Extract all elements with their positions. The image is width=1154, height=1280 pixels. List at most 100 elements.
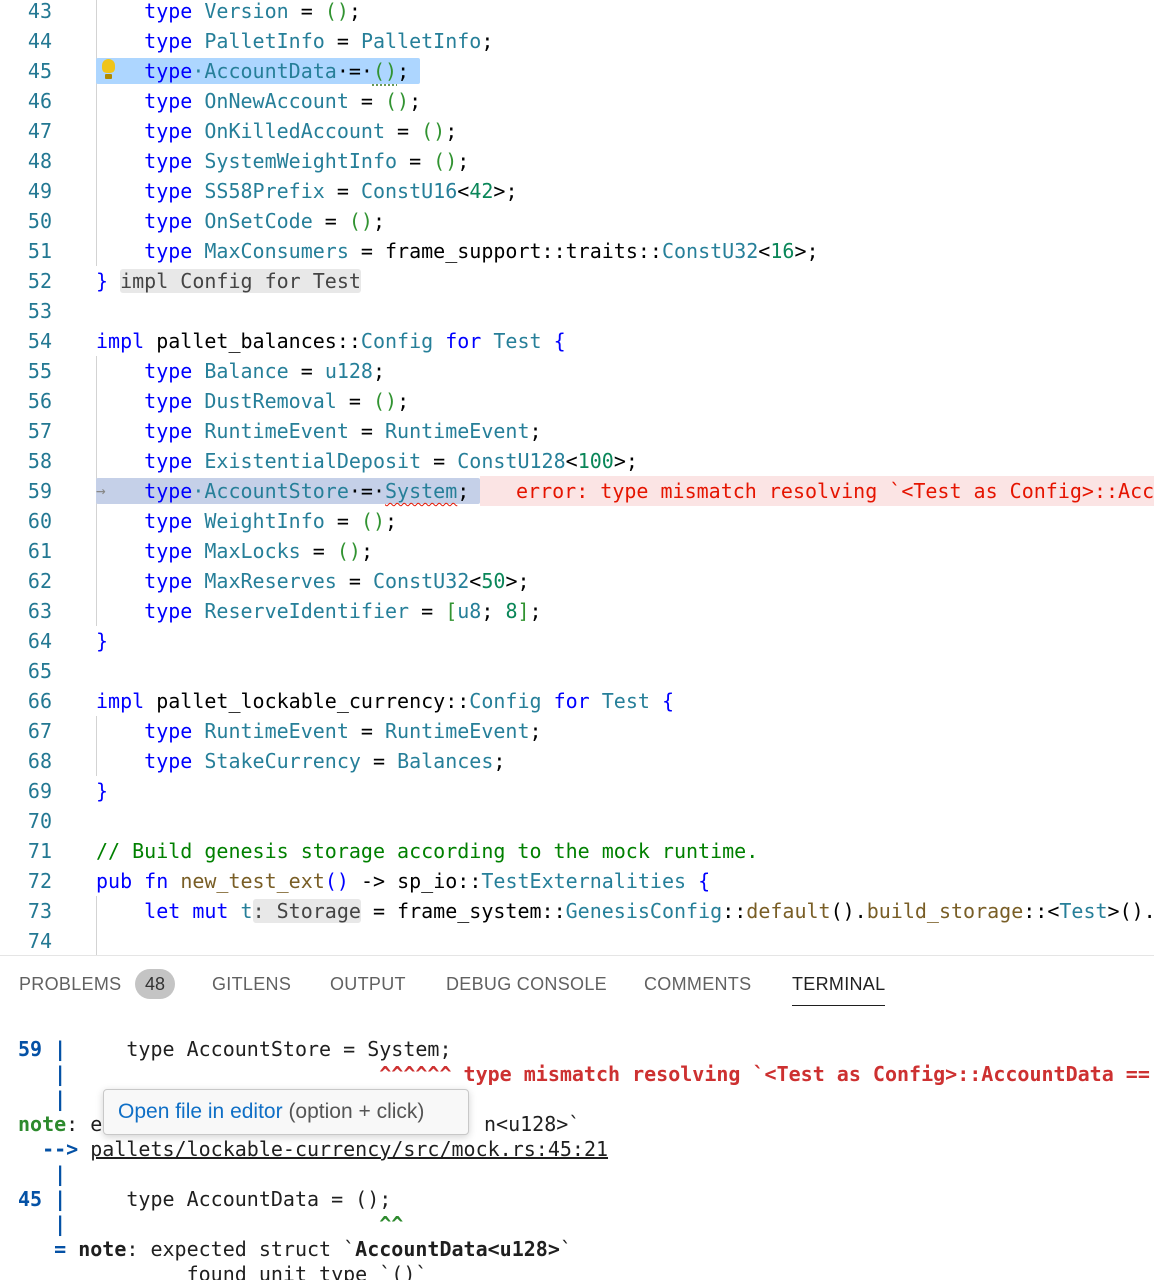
line-number: 56	[27, 389, 52, 413]
code-line[interactable]: 55 type Balance = u128;	[0, 356, 1154, 386]
code-line[interactable]: 69}	[0, 776, 1154, 806]
code-line[interactable]: 68 type StakeCurrency = Balances;	[0, 746, 1154, 776]
code-text: type SS58Prefix = ConstU16<42>;	[144, 179, 518, 203]
code-line[interactable]: 47 type OnKilledAccount = ();	[0, 116, 1154, 146]
code-text: type RuntimeEvent = RuntimeEvent;	[144, 419, 542, 443]
tab-terminal[interactable]: TERMINAL	[792, 974, 886, 1006]
terminal-line: --> pallets/lockable-currency/src/mock.r…	[18, 1137, 609, 1161]
code-line[interactable]: 52 } impl Config for Test	[0, 266, 1154, 296]
line-number: 70	[27, 809, 52, 833]
tab-debug-console[interactable]: DEBUG CONSOLE	[446, 974, 607, 995]
code-line[interactable]: 50 type OnSetCode = ();	[0, 206, 1154, 236]
code-line[interactable]: 56 type DustRemoval = ();	[0, 386, 1154, 416]
code-line[interactable]: 59 type·AccountStore·=·System; → error: ty…	[0, 476, 1154, 506]
tab-comments[interactable]: COMMENTS	[644, 974, 751, 995]
code-text: type DustRemoval = ();	[144, 389, 410, 413]
line-number: 61	[27, 539, 52, 563]
code-line[interactable]: 44 type PalletInfo = PalletInfo;	[0, 26, 1154, 56]
inline-error-message: error: type mismatch resolving `<Test as…	[516, 479, 1154, 503]
code-line[interactable]: 72 pub fn new_test_ext() -> sp_io::TestEx…	[0, 866, 1154, 896]
code-line[interactable]: 67 type RuntimeEvent = RuntimeEvent;	[0, 716, 1154, 746]
code-line[interactable]: 65	[0, 656, 1154, 686]
tab-problems[interactable]: PROBLEMS	[19, 974, 121, 995]
code-line[interactable]: 45 type·AccountData·=·();	[0, 56, 1154, 86]
open-file-tooltip[interactable]: Open file in editor (option + click)	[103, 1089, 469, 1135]
line-number: 50	[27, 209, 52, 233]
line-number: 68	[27, 749, 52, 773]
line-number: 74	[27, 929, 52, 953]
problems-count-badge: 48	[135, 969, 175, 999]
code-line[interactable]: 74	[0, 926, 1154, 955]
code-text: type·AccountStore·=·System;	[144, 479, 470, 503]
line-number: 63	[27, 599, 52, 623]
code-text: type StakeCurrency = Balances;	[144, 749, 506, 773]
terminal-line: | ^^	[18, 1212, 404, 1236]
code-text: type ExistentialDeposit = ConstU128<100>…	[144, 449, 638, 473]
tab-gitlens[interactable]: GITLENS	[212, 974, 291, 995]
code-line[interactable]: 61 type MaxLocks = ();	[0, 536, 1154, 566]
line-number: 59	[27, 479, 52, 503]
terminal-line: = note: expected struct `AccountData<u12…	[18, 1237, 572, 1261]
code-text: pub fn new_test_ext() -> sp_io::TestExte…	[96, 869, 711, 893]
terminal-line: | ^^^^^^ type mismatch resolving `<Test …	[18, 1062, 1150, 1086]
code-line[interactable]: 64}	[0, 626, 1154, 656]
code-text: } impl Config for Test	[96, 269, 361, 293]
tab-output[interactable]: OUTPUT	[330, 974, 406, 995]
code-text: type MaxLocks = ();	[144, 539, 373, 563]
code-line[interactable]: 66 impl pallet_lockable_currency::Config …	[0, 686, 1154, 716]
code-line[interactable]: 49 type SS58Prefix = ConstU16<42>;	[0, 176, 1154, 206]
line-number: 49	[27, 179, 52, 203]
code-text: type PalletInfo = PalletInfo;	[144, 29, 494, 53]
code-line[interactable]: 63 type ReserveIdentifier = [u8; 8];	[0, 596, 1154, 626]
code-text: let mut t: Storage = frame_system::Genes…	[144, 899, 1154, 923]
code-editor[interactable]: 43 type Version = (); 44 type PalletInfo …	[0, 0, 1154, 955]
code-text: type ReserveIdentifier = [u8; 8];	[144, 599, 542, 623]
code-text: }	[96, 779, 109, 803]
code-line[interactable]: 54 impl pallet_balances::Config for Test …	[0, 326, 1154, 356]
code-line[interactable]: 53	[0, 296, 1154, 326]
lightbulb-icon[interactable]	[101, 59, 116, 81]
line-number: 65	[27, 659, 52, 683]
line-number: 46	[27, 89, 52, 113]
code-line[interactable]: 46 type OnNewAccount = ();	[0, 86, 1154, 116]
code-line[interactable]: 60 type WeightInfo = ();	[0, 506, 1154, 536]
tab-arrow-icon: →	[96, 481, 106, 500]
line-number: 54	[27, 329, 52, 353]
code-line[interactable]: 62 type MaxReserves = ConstU32<50>;	[0, 566, 1154, 596]
line-number: 60	[27, 509, 52, 533]
code-text: type OnSetCode = ();	[144, 209, 386, 233]
terminal-line: |	[18, 1162, 67, 1186]
terminal-line: found unit type `()`	[18, 1262, 428, 1280]
code-line[interactable]: 70	[0, 806, 1154, 836]
line-number: 55	[27, 359, 52, 383]
terminal-line: |	[18, 1087, 67, 1111]
line-number: 47	[27, 119, 52, 143]
line-number: 43	[27, 0, 52, 23]
line-number: 48	[27, 149, 52, 173]
code-text: impl pallet_lockable_currency::Config fo…	[96, 689, 675, 713]
code-line[interactable]: 43 type Version = ();	[0, 0, 1154, 26]
code-line[interactable]: 71 // Build genesis storage according to …	[0, 836, 1154, 866]
code-line[interactable]: 58 type ExistentialDeposit = ConstU128<1…	[0, 446, 1154, 476]
code-text: type MaxConsumers = frame_support::trait…	[144, 239, 819, 263]
tooltip-hint: (option + click)	[282, 1100, 425, 1123]
code-text: type OnKilledAccount = ();	[144, 119, 458, 143]
code-line[interactable]: 51 type MaxConsumers = frame_support::tr…	[0, 236, 1154, 266]
code-text: type·AccountData·=·();	[144, 59, 410, 83]
line-number: 53	[27, 299, 52, 323]
line-number: 52	[27, 269, 52, 293]
code-text: // Build genesis storage according to th…	[96, 839, 759, 863]
line-number: 45	[27, 59, 52, 83]
terminal-line: note: e n<u128>`	[18, 1112, 581, 1136]
code-text: type SystemWeightInfo = ();	[144, 149, 470, 173]
line-number: 57	[27, 419, 52, 443]
open-file-link[interactable]: Open file in editor	[118, 1100, 283, 1123]
code-text: type OnNewAccount = ();	[144, 89, 422, 113]
line-number: 66	[27, 689, 52, 713]
code-line[interactable]: 48 type SystemWeightInfo = ();	[0, 146, 1154, 176]
code-line[interactable]: 73 let mut t: Storage = frame_system::Ge…	[0, 896, 1154, 926]
file-location-link[interactable]: pallets/lockable-currency/src/mock.rs:45…	[90, 1137, 608, 1161]
line-number: 73	[27, 899, 52, 923]
code-line[interactable]: 57 type RuntimeEvent = RuntimeEvent;	[0, 416, 1154, 446]
code-text: type WeightInfo = ();	[144, 509, 398, 533]
